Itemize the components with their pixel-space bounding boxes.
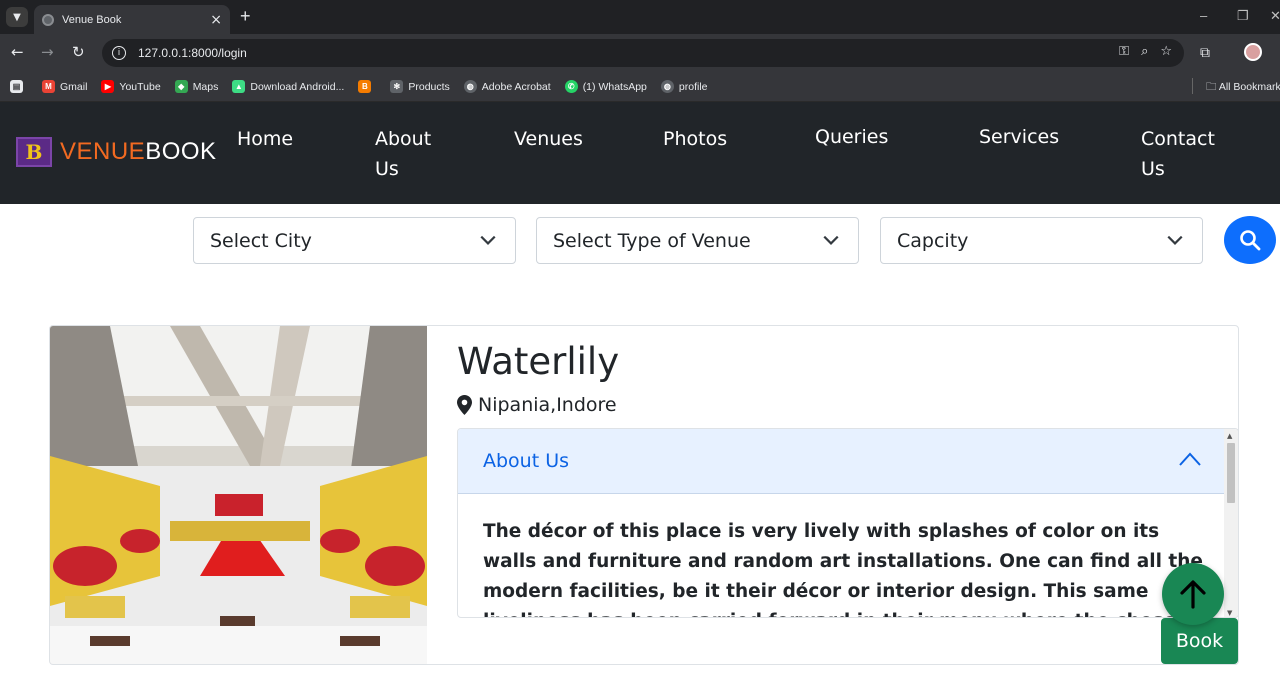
search-icon [1240,230,1261,251]
react-icon: ✻ [390,80,404,93]
reload-icon[interactable]: ↻ [72,43,85,61]
bookmark-blogger[interactable]: B [358,80,376,93]
nav-link-contact-us[interactable]: Contact Us [1141,124,1215,184]
map-pin-icon [457,395,472,415]
profile-avatar[interactable] [1244,43,1262,61]
logo-icon: B [16,137,52,167]
book-button[interactable]: Book [1161,618,1238,664]
nav-link-about-us[interactable]: About Us [375,124,431,184]
chevron-down-icon [823,235,839,245]
site-logo[interactable]: B VENUEBOOK [16,137,217,167]
maps-icon: ◆ [174,80,188,93]
venue-type-select[interactable]: Select Type of Venue [536,217,859,264]
url-text: 127.0.0.1:8000/login [138,46,247,60]
site-info-icon[interactable]: i [112,46,126,60]
bookmarks-bar: ▤ M Gmail ▶ YouTube ◆ Maps ▲ Download Androi… [0,72,1280,102]
bookmark-adobe-acrobat[interactable]: ◍ Adobe Acrobat [463,80,551,93]
maximize-button[interactable]: ❐ [1237,8,1249,24]
browser-tab[interactable]: Venue Book × [34,5,230,34]
tab-close-button[interactable]: × [210,12,222,28]
youtube-icon: ▶ [101,80,115,93]
venue-photo [50,326,427,664]
bookmark-whatsapp[interactable]: ✆ (1) WhatsApp [564,80,647,93]
new-tab-button[interactable]: + [240,6,251,27]
bookmark-android[interactable]: ▲ Download Android... [232,80,344,93]
back-to-top-button[interactable] [1162,563,1224,625]
bookmark-youtube[interactable]: ▶ YouTube [101,80,161,93]
capacity-select[interactable]: Capcity [880,217,1203,264]
bookmark-star-icon[interactable]: ☆ [1160,44,1172,59]
apps-icon[interactable]: ▤ [10,80,28,93]
blogger-icon: B [358,80,372,93]
city-select[interactable]: Select City [193,217,516,264]
nav-link-services[interactable]: Services [979,122,1059,152]
all-bookmarks-button[interactable]: 🗀 All Bookmarks [1206,79,1280,97]
search-button[interactable] [1224,216,1276,264]
gmail-icon: M [42,80,55,93]
forward-arrow-icon[interactable]: → [41,43,54,61]
bookmark-products[interactable]: ✻ Products [390,80,450,93]
nav-link-queries[interactable]: Queries [815,122,888,152]
nav-link-venues[interactable]: Venues [514,124,583,154]
site-navbar: B VENUEBOOK Home About Us Venues Photos Q… [0,102,1280,204]
browser-toolbar: ← → ↻ i 127.0.0.1:8000/login ⚿ ⌕ ☆ ⧉ [0,34,1280,72]
logo-text-venue: VENUE [60,138,146,165]
folder-icon: 🗀 [1206,81,1219,93]
nav-link-photos[interactable]: Photos [663,124,727,154]
venue-location: Nipania,Indore [457,394,617,416]
tab-title: Venue Book [62,13,122,26]
bookmark-maps[interactable]: ◆ Maps [174,80,218,93]
minimize-button[interactable]: – [1200,8,1207,23]
venue-card: Waterlily Nipania,Indore About Us The dé… [49,325,1239,665]
zoom-icon[interactable]: ⌕ [1141,44,1148,59]
venue-name: Waterlily [457,340,620,383]
bookmarks-divider [1192,78,1193,94]
globe-icon [42,13,54,26]
whatsapp-icon: ✆ [564,80,578,93]
globe-icon: ◍ [463,80,477,93]
scroll-up-icon[interactable]: ▲ [1227,432,1232,440]
about-accordion: About Us The décor of this place is very… [457,428,1238,618]
address-bar[interactable]: i 127.0.0.1:8000/login ⚿ ⌕ ☆ [102,39,1184,67]
about-text: The décor of this place is very lively w… [483,521,1203,617]
arrow-up-icon [1180,580,1206,609]
chevron-down-icon [480,235,496,245]
scrollbar-thumb[interactable] [1227,443,1235,503]
android-icon: ▲ [232,80,246,93]
accordion-header-about-us[interactable]: About Us [458,429,1226,494]
globe-icon: ◍ [660,80,674,93]
bookmark-profile[interactable]: ◍ profile [660,80,708,93]
browser-tab-bar: ▼ Venue Book × + – ❐ ✕ [0,0,1280,34]
chevron-up-icon [1179,452,1201,466]
nav-link-home[interactable]: Home [237,124,293,154]
accordion-scrollbar[interactable]: ▲ ▼ [1224,429,1238,617]
bookmark-gmail[interactable]: M Gmail [42,80,87,93]
password-key-icon[interactable]: ⚿ [1119,44,1129,59]
scroll-down-icon[interactable]: ▼ [1227,609,1232,617]
tab-search-button[interactable]: ▼ [6,7,28,27]
extensions-icon[interactable]: ⧉ [1200,45,1210,61]
back-arrow-icon[interactable]: ← [11,43,24,61]
logo-text-book: BOOK [145,138,217,165]
close-window-button[interactable]: ✕ [1270,8,1280,24]
chevron-down-icon [1167,235,1183,245]
